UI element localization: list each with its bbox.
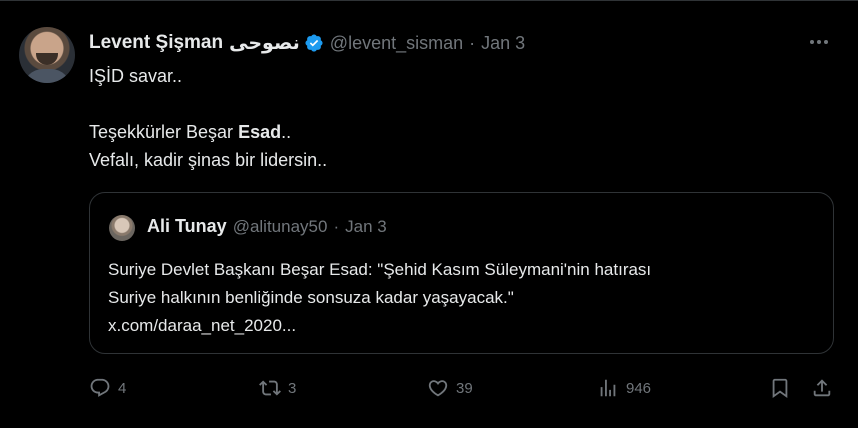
- like-button[interactable]: 39: [427, 375, 473, 401]
- tweet-line-2-prefix: Teşekkürler Beşar: [89, 122, 239, 142]
- share-button[interactable]: [811, 375, 833, 401]
- tweet-card: Levent Şişman نصوحى @levent_sisman · Jan…: [0, 0, 858, 428]
- author-name[interactable]: Levent Şişman: [89, 32, 223, 54]
- repost-count: 3: [288, 379, 297, 397]
- heart-icon: [428, 380, 448, 397]
- quoted-tweet-date[interactable]: Jan 3: [345, 217, 387, 237]
- quoted-tweet-header: Ali Tunay @alitunay50 · Jan 3: [147, 216, 387, 237]
- action-bar: 4 3 39 946: [89, 375, 834, 401]
- like-count: 39: [456, 379, 473, 397]
- bookmark-icon: [772, 378, 788, 399]
- tweet-line-3: Vefalı, kadir şinas bir lidersin..: [89, 150, 328, 170]
- views-icon: [600, 379, 616, 397]
- quoted-line-1: Suriye Devlet Başkanı Beşar Esad: "Şehid…: [108, 260, 652, 279]
- quoted-author-avatar[interactable]: [109, 215, 135, 241]
- tweet-line-1: IŞİD savar..: [89, 66, 183, 86]
- tweet-line-2-bold: Esad: [238, 122, 282, 142]
- quoted-author-handle[interactable]: @alitunay50: [233, 217, 328, 237]
- reply-icon: [90, 378, 110, 397]
- tweet-header: Levent Şişman نصوحى @levent_sisman · Jan…: [89, 31, 525, 55]
- quoted-tweet[interactable]: Ali Tunay @alitunay50 · Jan 3 Suriye Dev…: [89, 192, 834, 354]
- tweet-line-2: Teşekkürler Beşar Esad..: [89, 121, 291, 143]
- author-handle[interactable]: @levent_sisman: [330, 33, 463, 54]
- quoted-author-name[interactable]: Ali Tunay: [147, 216, 227, 237]
- repost-icon: [259, 380, 281, 396]
- reply-button[interactable]: 4: [89, 375, 126, 401]
- views-count: 946: [626, 379, 652, 397]
- share-icon: [813, 379, 831, 397]
- quoted-link[interactable]: x.com/daraa_net_2020...: [108, 315, 296, 337]
- verified-badge-icon: [305, 34, 323, 52]
- avatar-beard: [36, 53, 58, 65]
- tweet-date[interactable]: Jan 3: [481, 33, 525, 54]
- tweet-line-2-suffix: ..: [281, 122, 292, 142]
- views-button[interactable]: 946: [597, 375, 651, 401]
- more-options-icon[interactable]: [810, 35, 834, 49]
- repost-button[interactable]: 3: [259, 375, 296, 401]
- reply-count: 4: [118, 379, 127, 397]
- avatar-shoulders: [23, 69, 71, 83]
- quoted-line-2: Suriye halkının benliğinde sonsuza kadar…: [108, 288, 514, 307]
- separator-dot: ·: [333, 216, 340, 236]
- author-name-extra[interactable]: نصوحى: [229, 32, 300, 55]
- bookmark-button[interactable]: [769, 375, 791, 401]
- author-avatar[interactable]: [19, 27, 75, 83]
- separator-dot: ·: [469, 32, 476, 53]
